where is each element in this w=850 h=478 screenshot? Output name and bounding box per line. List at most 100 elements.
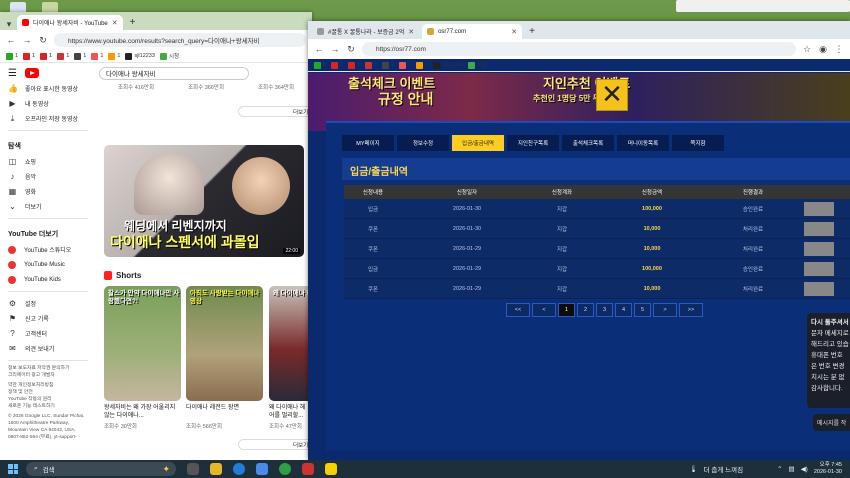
bookmark[interactable]: 1 [91,52,103,60]
bookmark[interactable]: 1 [108,52,120,60]
prev-page-button[interactable]: < [532,303,556,317]
bookmark[interactable]: 1 [23,52,35,60]
bookmark[interactable]: sjl12233 [125,52,155,60]
short-thumbnail[interactable]: 찰스가 만약 다이애나만 사랑했다면?! [104,286,181,401]
new-tab-button[interactable]: + [126,17,140,30]
tab-messages[interactable]: 쪽지함 [672,135,724,151]
chat-popup[interactable]: 다시 돌주셔서 문자 메세지로 해드리고 있습 휴대폰 번호 은 번호 변경 치… [807,313,850,408]
bookmark[interactable]: 시청 [159,52,179,60]
tab-deposit-withdraw[interactable]: 입금/출금내역 [452,135,504,151]
close-popup-button[interactable]: ✕ [596,79,628,111]
page-button[interactable]: 1 [558,303,575,317]
page-button[interactable]: 3 [596,303,613,317]
menu-icon[interactable]: ☰ [8,68,17,79]
volume-icon[interactable]: ◀) [801,465,808,473]
bookmark[interactable]: 1 [416,61,428,69]
tab-friends[interactable]: 지인친구목록 [507,135,559,151]
next-page-button[interactable]: > [653,303,677,317]
tab-my-page[interactable]: MY페이지 [342,135,394,151]
close-tab-icon[interactable]: ✕ [408,28,414,36]
first-page-button[interactable]: << [506,303,530,317]
profile-icon[interactable]: ◉ [818,44,828,55]
taskbar-search[interactable]: ⌕ 검색 ✦ [26,462,176,476]
bookmark[interactable]: 시청 [467,61,487,69]
tab-money-transfer[interactable]: 머니이동목록 [617,135,669,151]
close-tab-icon[interactable]: ✕ [112,19,118,27]
reload-icon[interactable]: ↻ [38,35,48,46]
chevron-up-icon[interactable]: ⌃ [777,465,782,473]
bookmark[interactable]: 1 [331,61,343,69]
weather-text[interactable]: 더 춥게 느껴짐 [704,464,744,474]
chrome-icon[interactable] [279,463,291,475]
app-icon[interactable] [302,463,314,475]
bookmark[interactable]: 1 [348,61,360,69]
tab-edit-info[interactable]: 정보수정 [397,135,449,151]
more-button[interactable]: 더보기 [238,439,312,450]
tab-youtube[interactable]: 다이애나 왕세자비 - YouTube ✕ [17,15,123,30]
short-thumbnail[interactable]: 왜 다이애나 헤어를 [269,286,312,401]
sidebar-item-movies[interactable]: ▦ 영화 [0,184,96,199]
sidebar-item-more[interactable]: ⌄ 더보기 [0,199,96,214]
page-button[interactable]: 5 [634,303,651,317]
short-title[interactable]: 왕세자비는 왜 가장 어울리지 않는 다이애나... [104,404,176,420]
short-title[interactable]: 다이애나 레전드 장면 [186,404,258,412]
forward-icon[interactable]: → [330,44,340,54]
row-action-button[interactable] [804,281,834,296]
new-tab-button[interactable]: + [525,26,539,39]
tab-attendance[interactable]: 출석체크목록 [562,135,614,151]
row-action-button[interactable] [804,221,834,236]
sidebar-item-my-videos[interactable]: ▶ 내 동영상 [0,96,96,111]
kakaotalk-icon[interactable] [325,463,337,475]
clock[interactable]: 오후 7:45 2026-01-30 [814,462,842,476]
task-view-icon[interactable] [187,463,199,475]
tab-osr77[interactable]: osr77.com ✕ [422,24,523,39]
bookmark[interactable]: 1 [74,52,86,60]
sidebar-item-report-history[interactable]: ⚑ 신고 기록 [0,311,96,326]
address-bar[interactable]: https://www.youtube.com/results?search_q… [54,33,306,47]
close-tab-icon[interactable]: ✕ [511,28,517,36]
more-button[interactable]: 더보기 [238,106,312,117]
last-page-button[interactable]: >> [679,303,703,317]
start-button[interactable] [8,464,18,474]
row-action-button[interactable] [804,261,834,276]
more-options-icon[interactable]: ⋮ [834,44,844,55]
bookmark[interactable]: 1 [365,61,377,69]
bookmark[interactable]: 1 [399,61,411,69]
bookmark[interactable]: sjl12233 [433,61,463,69]
sidebar-item-downloads[interactable]: ⤓ 오프라인 저장 동영상 [0,111,96,126]
bookmark[interactable]: 1 [40,52,52,60]
sidebar-item-shopping[interactable]: ◫ 쇼핑 [0,154,96,169]
background-window[interactable] [676,0,850,12]
back-icon[interactable]: ← [314,44,324,54]
chat-input-button[interactable]: 메시지를 작 [813,414,850,431]
store-icon[interactable] [256,463,268,475]
tab-list-icon[interactable]: ▾ [4,19,14,30]
short-title[interactable]: 왜 다이애나 헤어를 멀리할... [269,404,309,420]
bookmark[interactable]: 1 [314,61,326,69]
star-icon[interactable]: ☆ [802,44,812,55]
sidebar-item-studio[interactable]: YouTube 스튜디오 [0,242,96,257]
bookmark[interactable]: 1 [6,52,18,60]
bookmark[interactable]: 1 [57,52,69,60]
sidebar-item-liked[interactable]: 👍 좋아요 표시한 동영상 [0,81,96,96]
sidebar-item-settings[interactable]: ⚙ 설정 [0,296,96,311]
sidebar-item-help[interactable]: ? 고객센터 [0,326,96,341]
video-thumbnail[interactable]: 웨딩에서 리벤지까지 다이애나 스펜서에 과몰입 22:00 [104,145,304,257]
youtube-search-input[interactable]: 다이애나 왕세자비 [98,66,249,80]
address-bar[interactable]: https://osr77.com [362,42,796,56]
reload-icon[interactable]: ↻ [346,44,356,55]
sidebar-item-music[interactable]: ♪ 음악 [0,169,96,184]
row-action-button[interactable] [804,201,834,216]
sidebar-item-music-app[interactable]: YouTube Music [0,257,96,272]
page-button[interactable]: 4 [615,303,632,317]
sidebar-item-kids[interactable]: YouTube Kids [0,272,96,287]
page-button[interactable]: 2 [577,303,594,317]
network-icon[interactable]: ▤ [789,465,795,473]
bookmark[interactable]: 1 [382,61,394,69]
edge-icon[interactable] [233,463,245,475]
youtube-logo-icon[interactable] [24,68,39,78]
short-thumbnail[interactable]: 아직도 사랑받는 다이애나 영상 [186,286,263,401]
row-action-button[interactable] [804,241,834,256]
file-explorer-icon[interactable] [210,463,222,475]
forward-icon[interactable]: → [22,35,32,45]
